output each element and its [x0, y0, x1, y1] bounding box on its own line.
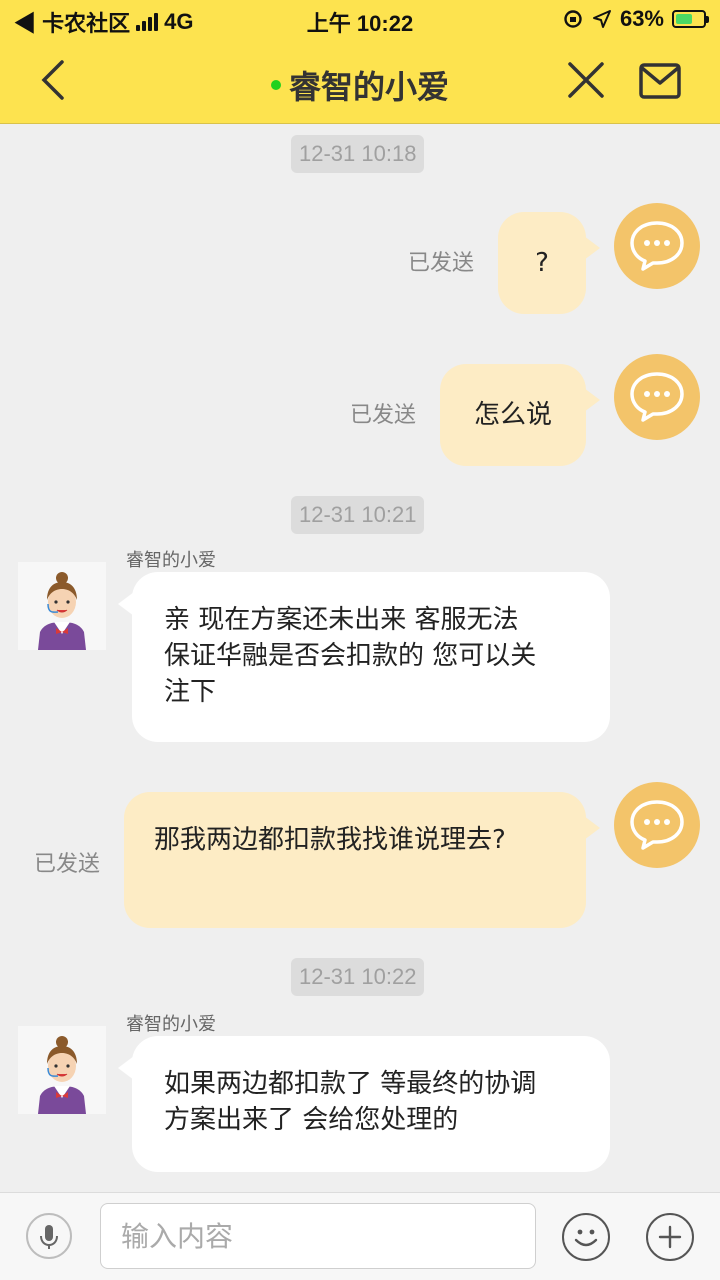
chat-title-text: 睿智的小爱	[288, 68, 449, 106]
top-bar: ◀ 卡农社区 4G 上午 10:22 63% 睿智的小爱	[0, 0, 720, 124]
online-status-icon	[270, 80, 281, 90]
bubble-tail	[118, 592, 134, 616]
battery-icon	[672, 10, 709, 28]
close-icon[interactable]	[566, 60, 606, 100]
message-text: ?	[535, 248, 549, 278]
agent-avatar[interactable]	[18, 1026, 106, 1114]
input-bar	[0, 1192, 720, 1280]
agent-avatar-image	[18, 562, 106, 650]
message-line: 保证华融是否会扣款的 您可以关	[164, 641, 537, 671]
timestamp: 12-31 10:22	[291, 958, 425, 996]
sent-status: 已发送	[408, 251, 475, 276]
chat-bubble-icon	[630, 800, 684, 850]
plus-icon	[658, 1225, 682, 1249]
smiley-icon	[574, 1229, 598, 1247]
message-text: 怎么说	[473, 400, 552, 430]
bubble-tail	[118, 1056, 134, 1080]
message-bubble[interactable]: 怎么说	[440, 364, 586, 466]
bubble-tail	[584, 816, 600, 840]
message-bubble[interactable]: ?	[498, 212, 586, 314]
avatar[interactable]	[614, 354, 700, 440]
chat-bubble-icon	[630, 221, 684, 271]
sent-status: 已发送	[350, 403, 417, 428]
battery-fill	[676, 14, 692, 24]
mail-icon[interactable]	[638, 62, 682, 100]
message-bubble[interactable]: 如果两边都扣款了 等最终的协调 方案出来了 会给您处理的	[132, 1036, 610, 1172]
emoji-button[interactable]	[562, 1213, 610, 1261]
message-line: 方案出来了 会给您处理的	[164, 1105, 459, 1135]
avatar[interactable]	[614, 203, 700, 289]
sender-name: 睿智的小爱	[126, 1014, 216, 1035]
sent-status: 已发送	[34, 852, 101, 877]
status-right: 63%	[562, 6, 709, 32]
message-line: 如果两边都扣款了 等最终的协调	[164, 1069, 537, 1099]
message-bubble[interactable]: 那我两边都扣款我找谁说理去?	[124, 792, 586, 928]
microphone-icon	[40, 1225, 58, 1249]
sender-name: 睿智的小爱	[126, 550, 216, 571]
battery-percent: 63%	[619, 6, 664, 31]
timestamp: 12-31 10:18	[291, 135, 425, 173]
chat-area[interactable]: 12-31 10:18 已发送 ? 已发送 怎么说 12-31 10:21 睿智…	[0, 124, 720, 1192]
chat-bubble-icon	[630, 372, 684, 422]
chat-title: 睿智的小爱	[0, 62, 720, 108]
chat-header: 睿智的小爱	[0, 40, 720, 124]
message-input[interactable]	[100, 1203, 536, 1269]
message-line: 注下	[164, 677, 217, 707]
location-arrow-icon	[592, 10, 611, 28]
avatar[interactable]	[614, 782, 700, 868]
bubble-tail	[584, 388, 600, 412]
agent-avatar[interactable]	[18, 562, 106, 650]
rotation-lock-icon	[564, 10, 582, 28]
message-bubble[interactable]: 亲 现在方案还未出来 客服无法 保证华融是否会扣款的 您可以关 注下	[132, 572, 610, 742]
bubble-tail	[584, 236, 600, 260]
message-text: 那我两边都扣款我找谁说理去?	[154, 825, 506, 855]
voice-button[interactable]	[26, 1213, 72, 1259]
agent-avatar-image	[18, 1026, 106, 1114]
message-line: 亲 现在方案还未出来 客服无法	[164, 605, 519, 635]
timestamp: 12-31 10:21	[291, 496, 425, 534]
more-button[interactable]	[646, 1213, 694, 1261]
status-bar: ◀ 卡农社区 4G 上午 10:22 63%	[0, 0, 720, 40]
